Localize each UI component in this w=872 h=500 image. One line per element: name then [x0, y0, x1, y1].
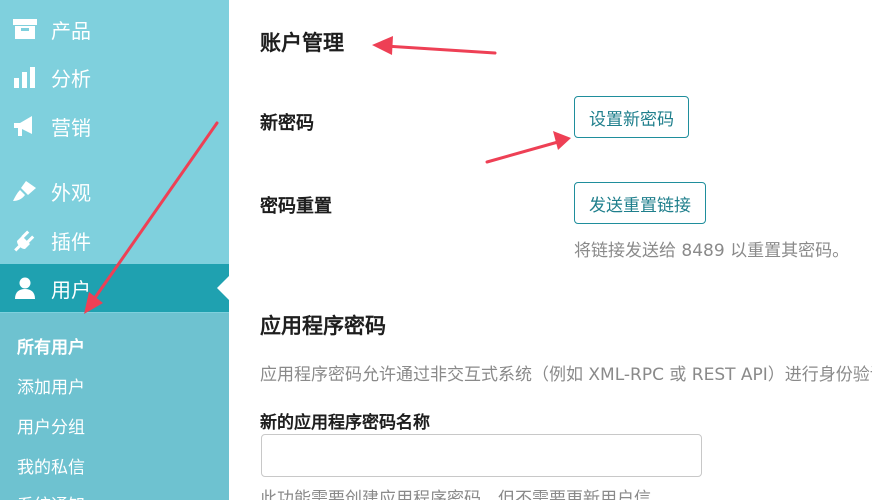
password-reset-label: 密码重置	[260, 196, 332, 217]
submenu-item-add-user[interactable]: 添加用户	[17, 373, 85, 398]
sidebar-item-plugins[interactable]: 插件	[0, 216, 229, 264]
bar-chart-icon	[12, 64, 38, 90]
brush-icon	[12, 178, 38, 204]
application-passwords-title: 应用程序密码	[260, 314, 386, 338]
submenu-item-my-messages[interactable]: 我的私信	[17, 453, 85, 478]
submenu-item-system-notices[interactable]: 系统通知	[17, 491, 85, 500]
sidebar-item-label: 营销	[51, 115, 91, 140]
users-submenu: 所有用户 添加用户 用户分组 我的私信 系统通知	[0, 313, 229, 500]
plug-icon	[12, 227, 38, 253]
account-management-title: 账户管理	[260, 31, 344, 55]
active-indicator	[217, 276, 229, 300]
sidebar-item-label: 分析	[51, 66, 91, 91]
sidebar-item-label: 插件	[51, 229, 91, 254]
archive-icon	[12, 16, 38, 42]
sidebar-item-marketing[interactable]: 营销	[0, 102, 229, 150]
set-new-password-button[interactable]: 设置新密码	[574, 96, 689, 138]
new-password-label: 新密码	[260, 113, 314, 134]
admin-sidebar: 产品 分析 营销 外观 插件 用户 所有用户 添加用户 用户分组 我的私信	[0, 0, 229, 500]
sidebar-item-users[interactable]: 用户	[0, 264, 229, 312]
sidebar-item-products[interactable]: 产品	[0, 5, 229, 53]
sidebar-item-analytics[interactable]: 分析	[0, 53, 229, 101]
reset-description: 将链接发送给 8489 以重置其密码。	[574, 241, 850, 261]
submenu-item-all-users[interactable]: 所有用户	[17, 333, 85, 358]
application-passwords-description: 应用程序密码允许通过非交互式系统（例如 XML-RPC 或 REST API）进…	[260, 365, 872, 385]
megaphone-icon	[12, 113, 38, 139]
submenu-item-user-groups[interactable]: 用户分组	[17, 413, 85, 438]
user-icon	[12, 275, 38, 301]
new-app-password-name-label: 新的应用程序密码名称	[260, 413, 430, 433]
sidebar-item-label: 用户	[51, 277, 91, 302]
new-app-password-name-input[interactable]	[261, 434, 702, 477]
sidebar-item-appearance[interactable]: 外观	[0, 167, 229, 215]
app-root: 产品 分析 营销 外观 插件 用户 所有用户 添加用户 用户分组 我的私信 账户…	[0, 0, 872, 500]
sidebar-item-label: 外观	[51, 180, 91, 205]
sidebar-item-label: 产品	[51, 18, 91, 43]
send-reset-link-button[interactable]: 发送重置链接	[574, 182, 706, 224]
app-password-note: 此功能需要创建应用程序密码，但不需要更新用户信	[260, 489, 651, 500]
main-content: 账户管理 新密码 设置新密码 密码重置 发送重置链接 将链接发送给 8489 以…	[229, 0, 872, 500]
